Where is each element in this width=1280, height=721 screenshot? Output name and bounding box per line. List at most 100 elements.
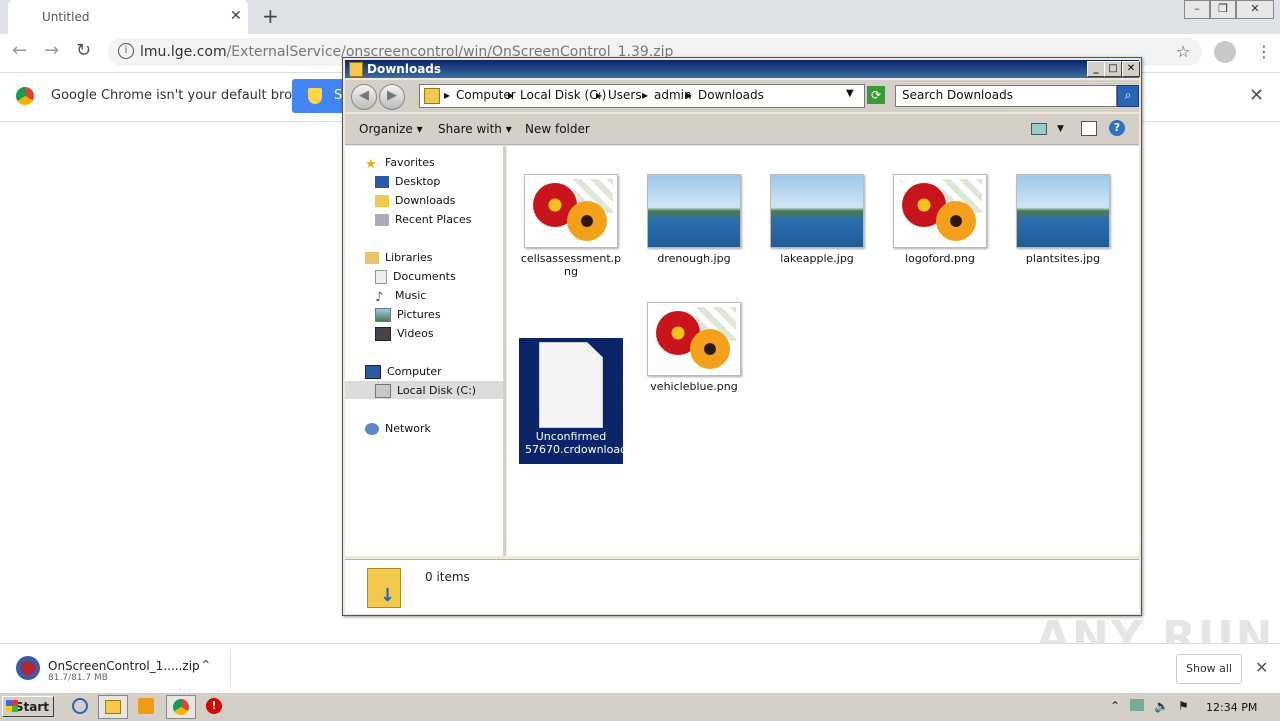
view-dropdown-icon[interactable]: ▼ <box>1057 124 1064 134</box>
file-item[interactable]: plantsites.jpg <box>1011 174 1115 265</box>
nav-local-disk[interactable]: Local Disk (C:) <box>345 381 503 399</box>
volume-icon[interactable]: 🔈 <box>1154 699 1169 713</box>
explorer-maximize-button[interactable]: □ <box>1104 61 1122 77</box>
breadcrumb-separator[interactable]: ▸ <box>508 88 514 102</box>
explorer-titlebar[interactable]: Downloads _ □ ✕ <box>345 60 1140 78</box>
restore-button[interactable]: ❐ <box>1210 0 1236 19</box>
chrome-tab-strip: Untitled ✕ + – ❐ ✕ <box>0 0 1280 34</box>
media-player-icon[interactable] <box>138 698 154 714</box>
tab-title: Untitled <box>42 10 90 24</box>
minimize-button[interactable]: – <box>1184 0 1210 19</box>
file-item[interactable]: logoford.png <box>888 174 992 265</box>
forward-button[interactable]: → <box>44 40 59 61</box>
nav-favorites-label: Favorites <box>385 156 435 169</box>
nav-videos-label: Videos <box>397 327 434 340</box>
explorer-address-row: ◀ ▶ ▸ Computer ▸ Local Disk (C:) ▸ Users… <box>345 80 1139 112</box>
file-item-selected[interactable]: Unconfirmed 57670.crdownload <box>519 338 627 464</box>
breadcrumb-local-disk[interactable]: Local Disk (C:) <box>520 88 606 102</box>
new-tab-button[interactable]: + <box>262 4 279 28</box>
show-all-button[interactable]: Show all <box>1176 654 1242 684</box>
search-icon[interactable]: ⌕ <box>1117 85 1139 107</box>
nav-local-disk-label: Local Disk (C:) <box>397 384 477 397</box>
preview-pane-icon[interactable] <box>1081 121 1097 136</box>
explorer-close-button[interactable]: ✕ <box>1122 61 1140 77</box>
breadcrumb-separator[interactable]: ▸ <box>686 88 692 102</box>
stop-icon[interactable]: ! <box>206 698 222 714</box>
nav-music[interactable]: ♪ Music <box>375 289 426 305</box>
network-tray-icon[interactable] <box>1130 699 1144 711</box>
action-center-flag-icon[interactable]: ⚑ <box>1178 699 1192 713</box>
libraries-icon <box>365 252 379 264</box>
file-name: plantsites.jpg <box>1025 252 1101 265</box>
explorer-forward-button[interactable]: ▶ <box>379 84 405 110</box>
info-icon[interactable]: i <box>118 43 134 59</box>
nav-network-label: Network <box>385 422 431 435</box>
image-thumbnail <box>770 174 864 248</box>
close-window-button[interactable]: ✕ <box>1236 0 1274 19</box>
help-icon[interactable]: ? <box>1109 120 1125 136</box>
clock[interactable]: 12:34 PM <box>1206 701 1257 714</box>
infobar-close-icon[interactable]: ✕ <box>1249 85 1264 106</box>
explorer-window: Downloads _ □ ✕ ◀ ▶ ▸ Computer ▸ Local D… <box>342 57 1142 616</box>
internet-explorer-icon[interactable] <box>72 698 88 714</box>
refresh-icon[interactable]: ⟳ <box>867 86 885 104</box>
breadcrumb-computer[interactable]: Computer <box>456 88 516 102</box>
new-folder-button[interactable]: New folder <box>525 122 590 136</box>
download-item[interactable]: OnScreenControl_1.....zip 81.7/81.7 MB ⌃ <box>0 644 216 692</box>
nav-documents-label: Documents <box>393 270 456 283</box>
explorer-minimize-button[interactable]: _ <box>1087 61 1105 77</box>
view-options-icon[interactable] <box>1031 123 1047 135</box>
profile-avatar[interactable] <box>1214 41 1236 63</box>
search-input[interactable]: Search Downloads <box>895 85 1117 107</box>
address-dropdown-icon[interactable]: ▼ <box>846 88 854 99</box>
chevron-up-icon[interactable]: ⌃ <box>200 658 212 674</box>
breadcrumb-downloads[interactable]: Downloads <box>698 88 764 102</box>
breadcrumb-separator[interactable]: ▸ <box>642 88 648 102</box>
nav-documents[interactable]: Documents <box>375 270 456 284</box>
reload-button[interactable]: ↻ <box>76 40 91 61</box>
breadcrumb-users[interactable]: Users <box>608 88 642 102</box>
star-icon: ★ <box>365 157 377 172</box>
back-button[interactable]: ← <box>12 40 27 61</box>
download-arrow-icon: ↓ <box>380 585 396 606</box>
download-shelf: OnScreenControl_1.....zip 81.7/81.7 MB ⌃… <box>0 643 1280 693</box>
nav-downloads[interactable]: Downloads <box>375 194 455 207</box>
pictures-icon <box>375 308 391 322</box>
tab-close-icon[interactable]: ✕ <box>230 8 242 24</box>
tray-expand-icon[interactable]: ⌃ <box>1110 699 1124 713</box>
tab-untitled[interactable]: Untitled ✕ <box>8 0 248 34</box>
folder-icon <box>105 700 121 714</box>
nav-pictures[interactable]: Pictures <box>375 308 441 322</box>
start-button[interactable]: Start <box>2 696 54 717</box>
menu-kebab-icon[interactable]: ⋮ <box>1256 42 1272 61</box>
shelf-divider <box>230 650 231 686</box>
explorer-taskbar-button[interactable] <box>98 695 128 719</box>
nav-computer-label: Computer <box>387 365 442 378</box>
image-thumbnail <box>893 174 987 248</box>
documents-icon <box>375 270 387 284</box>
share-with-button[interactable]: Share with ▾ <box>438 122 512 136</box>
nav-favorites[interactable]: ★ Favorites <box>365 156 435 172</box>
file-item[interactable]: lakeapple.jpg <box>765 174 869 265</box>
nav-videos[interactable]: Videos <box>375 327 434 341</box>
download-file-name: OnScreenControl_1.....zip <box>48 659 200 673</box>
nav-computer[interactable]: Computer <box>365 365 442 379</box>
shelf-close-icon[interactable]: ✕ <box>1255 658 1268 677</box>
file-item[interactable]: cellsassessment.png <box>519 174 623 278</box>
nav-network[interactable]: Network <box>365 422 431 435</box>
breadcrumb-separator[interactable]: ▸ <box>596 88 602 102</box>
nav-recent-places[interactable]: Recent Places <box>375 213 472 226</box>
nav-desktop[interactable]: Desktop <box>375 175 440 188</box>
folder-icon <box>349 62 363 77</box>
nav-libraries[interactable]: Libraries <box>365 251 433 264</box>
file-item[interactable]: vehicleblue.png <box>642 302 746 393</box>
explorer-back-button[interactable]: ◀ <box>351 84 377 110</box>
nav-libraries-label: Libraries <box>385 251 433 264</box>
chrome-taskbar-button[interactable] <box>166 695 196 719</box>
bookmark-star-icon[interactable]: ☆ <box>1176 42 1190 61</box>
breadcrumb-separator[interactable]: ▸ <box>444 88 450 102</box>
desktop-icon <box>375 176 389 188</box>
file-item[interactable]: drenough.jpg <box>642 174 746 265</box>
explorer-address-bar[interactable]: ▸ Computer ▸ Local Disk (C:) ▸ Users ▸ a… <box>419 84 865 108</box>
organize-button[interactable]: Organize ▾ <box>359 122 423 136</box>
